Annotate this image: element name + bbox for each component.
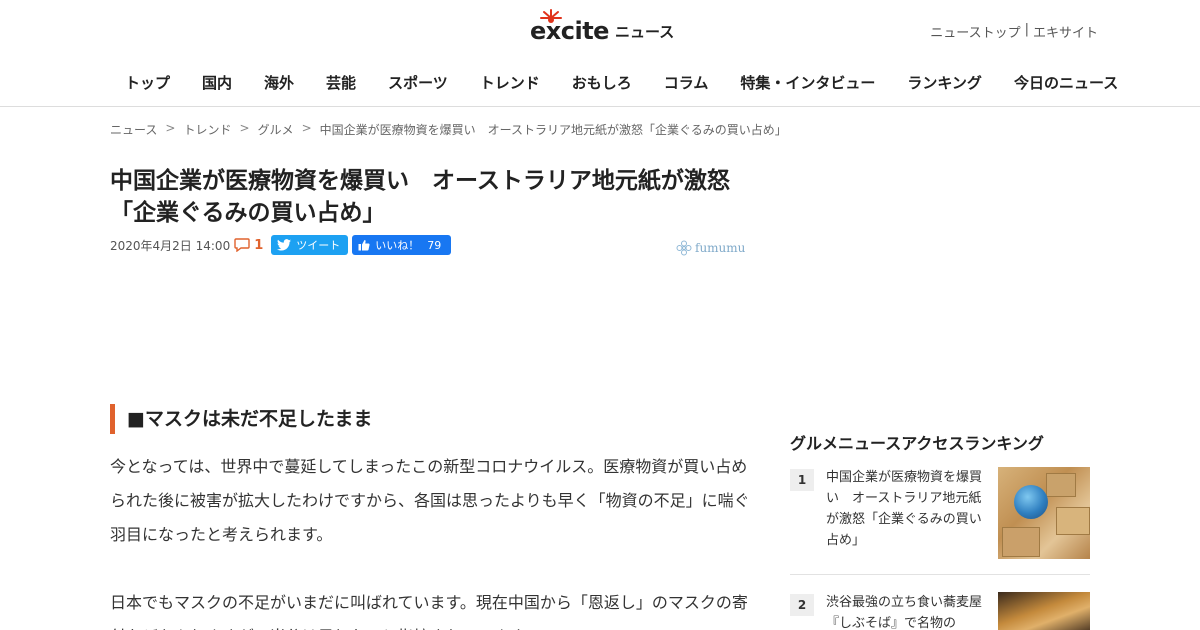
tweet-button[interactable]: ツイート bbox=[271, 235, 349, 255]
excite-logo[interactable]: excite ニュース bbox=[530, 9, 675, 46]
nav-funny[interactable]: おもしろ bbox=[556, 72, 648, 93]
ranking-thumbnail[interactable] bbox=[998, 592, 1090, 630]
nav-today[interactable]: 今日のニュース bbox=[998, 72, 1134, 93]
main-nav: トップ 国内 海外 芸能 スポーツ トレンド おもしろ コラム 特集・インタビュ… bbox=[109, 72, 1134, 93]
nav-overseas[interactable]: 海外 bbox=[248, 72, 310, 93]
source-name: fumumu bbox=[695, 241, 746, 255]
site-header: excite ニュース ニューストップ | エキサイト トップ 国内 海外 芸能… bbox=[0, 0, 1200, 107]
nav-domestic[interactable]: 国内 bbox=[186, 72, 248, 93]
nav-ranking[interactable]: ランキング bbox=[891, 72, 998, 93]
breadcrumb-separator: > bbox=[165, 121, 176, 135]
breadcrumb-separator: > bbox=[239, 121, 250, 135]
section-heading: ■マスクは未だ不足したまま bbox=[110, 404, 372, 434]
breadcrumb-separator: > bbox=[301, 121, 312, 135]
logo-spark-icon bbox=[540, 9, 562, 23]
breadcrumb-trend[interactable]: トレンド bbox=[183, 121, 231, 138]
comment-count: 1 bbox=[254, 237, 264, 253]
article-paragraph-1: 今となっては、世界中で蔓延してしまったこの新型コロナウイルス。医療物資が買い占め… bbox=[110, 457, 750, 544]
like-label: いいね！ bbox=[375, 239, 420, 252]
nav-trend[interactable]: トレンド bbox=[464, 72, 556, 93]
ranking-item[interactable]: 1 中国企業が医療物資を爆買い オーストラリア地元紙が激怒「企業ぐるみの買い占め… bbox=[790, 467, 1090, 575]
nav-sports[interactable]: スポーツ bbox=[372, 72, 464, 93]
comment-link[interactable]: 1 bbox=[234, 238, 263, 253]
tweet-label: ツイート bbox=[296, 239, 341, 252]
ranking-thumbnail[interactable] bbox=[998, 467, 1090, 559]
nav-entertainment[interactable]: 芸能 bbox=[310, 72, 372, 93]
article-title: 中国企業が医療物資を爆買い オーストラリア地元紙が激怒「企業ぐるみの買い占め」 bbox=[110, 168, 730, 226]
top-link-excite[interactable]: エキサイト bbox=[1033, 22, 1098, 41]
rank-number: 2 bbox=[790, 594, 814, 616]
article-meta: 2020年4月2日 14:00 1 ツイート いいね！ 79 bbox=[110, 235, 452, 255]
twitter-bird-icon bbox=[277, 239, 292, 251]
thumbs-up-icon bbox=[358, 240, 370, 251]
ranking-item-title[interactable]: 中国企業が医療物資を爆買い オーストラリア地元紙が激怒「企業ぐるみの買い占め」 bbox=[826, 467, 984, 574]
nav-features[interactable]: 特集・インタビュー bbox=[724, 72, 891, 93]
globe-image bbox=[1014, 485, 1048, 519]
top-link-separator: | bbox=[1024, 22, 1029, 37]
top-link-news-top[interactable]: ニューストップ bbox=[930, 22, 1020, 41]
comment-icon bbox=[234, 238, 250, 252]
article-paragraph-2: 日本でもマスクの不足がいまだに叫ばれています。現在中国から「恩返し」のマスクの寄… bbox=[110, 593, 748, 630]
source-fumumu[interactable]: fumumu bbox=[676, 240, 745, 256]
cardboard-box bbox=[1046, 473, 1076, 497]
top-links: ニューストップ | エキサイト bbox=[930, 22, 1098, 41]
breadcrumb-gourmet[interactable]: グルメ bbox=[258, 121, 294, 138]
like-button[interactable]: いいね！ 79 bbox=[352, 235, 452, 255]
cardboard-box bbox=[1056, 507, 1090, 535]
breadcrumb-news[interactable]: ニュース bbox=[110, 121, 157, 138]
nav-top[interactable]: トップ bbox=[109, 72, 186, 93]
ranking-item-title[interactable]: 渋谷最強の立ち食い蕎麦屋『しぶそば』で名物の bbox=[826, 592, 984, 630]
ranking-title: グルメニュースアクセスランキング bbox=[790, 434, 1044, 453]
breadcrumb-current: 中国企業が医療物資を爆買い オーストラリア地元紙が激怒「企業ぐるみの買い占め」 bbox=[319, 123, 787, 137]
logo-wordmark: excite bbox=[530, 9, 609, 46]
breadcrumb: ニュース > トレンド > グルメ > 中国企業が医療物資を爆買い オーストラリ… bbox=[110, 121, 787, 138]
logo-suffix: ニュース bbox=[614, 23, 675, 41]
nav-column[interactable]: コラム bbox=[648, 72, 725, 93]
flower-icon bbox=[676, 240, 692, 256]
rank-number: 1 bbox=[790, 469, 814, 491]
cardboard-box bbox=[1002, 527, 1040, 557]
article-date: 2020年4月2日 14:00 bbox=[110, 238, 231, 253]
like-count: 79 bbox=[427, 238, 442, 252]
ranking-item[interactable]: 2 渋谷最強の立ち食い蕎麦屋『しぶそば』で名物の bbox=[790, 592, 1090, 630]
